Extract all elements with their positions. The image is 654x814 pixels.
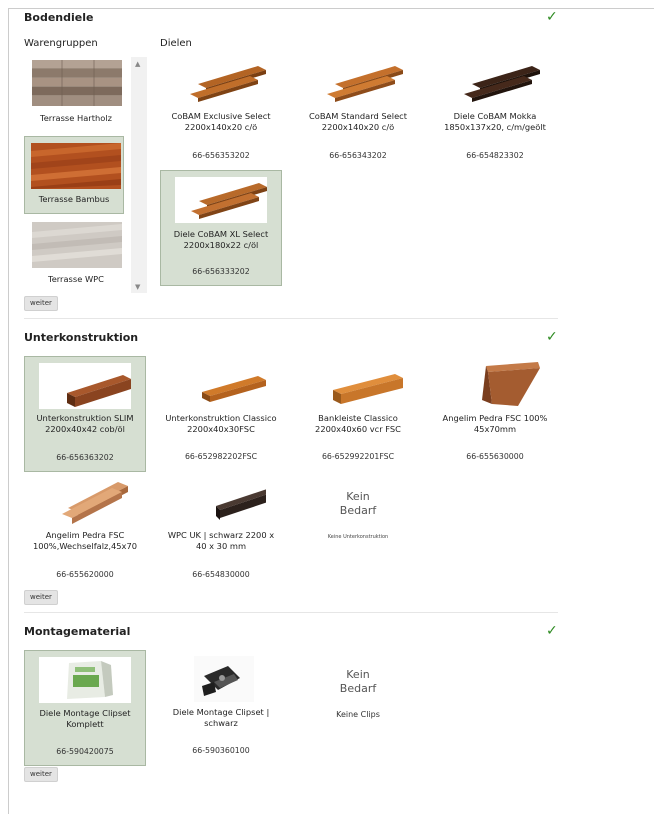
uk-card-classico[interactable]: Unterkonstruktion Classico 2200x40x30FSC… [160, 358, 282, 470]
product-number: 66-655620000 [56, 570, 114, 579]
product-number: 66-656333202 [192, 267, 250, 276]
beam-product-image [448, 358, 540, 408]
product-number: 66-654830000 [192, 570, 250, 579]
product-name: CoBAM Exclusive Select 2200x140x20 c/ö [171, 111, 271, 132]
section-title-montagematerial: Montagematerial [24, 625, 131, 638]
checkmark-icon: ✓ [546, 623, 558, 639]
weiter-button-unterkonstruktion[interactable]: weiter [24, 590, 58, 605]
beam-product-image [39, 363, 131, 409]
product-number: 66-655630000 [466, 452, 524, 461]
bedarf-label: Bedarf [339, 504, 377, 517]
wpc-photo [32, 222, 122, 268]
diele-card-cobam-xl[interactable]: Diele CoBAM XL Select 2200x180x22 c/öl 6… [160, 170, 282, 286]
hartholz-photo [32, 60, 122, 106]
beam-product-image [174, 480, 274, 526]
product-name: Unterkonstruktion SLIM 2200x40x42 cob/öl [36, 413, 134, 434]
kein-label: Kein [346, 490, 370, 503]
uk-card-angelim-pedra-wechselfalz[interactable]: Angelim Pedra FSC 100%,Wechselfalz,45x70… [24, 478, 146, 588]
product-name: WPC UK | schwarz 2200 x 40 x 30 mm [167, 530, 275, 551]
diele-card-cobam-mokka[interactable]: Diele CoBAM Mokka 1850x137x20, c/m/geölt… [434, 56, 556, 166]
uk-card-angelim-pedra[interactable]: Angelim Pedra FSC 100% 45x70mm 66-655630… [434, 358, 556, 470]
product-name: CoBAM Standard Select 2200x140x20 c/ö [308, 111, 407, 132]
beam-product-image [38, 478, 130, 524]
product-number: 66-656363202 [56, 453, 114, 462]
weiter-button-montagematerial[interactable]: weiter [24, 767, 58, 782]
uk-card-bankleiste[interactable]: Bankleiste Classico 2200x40x60 vcr FSC 6… [297, 358, 419, 470]
warengruppe-label: Terrasse WPC [48, 274, 104, 284]
product-number: 66-656343202 [329, 151, 387, 160]
checkmark-icon: ✓ [546, 9, 558, 25]
kein-caption: Keine Unterkonstruktion [327, 534, 389, 540]
section-title-unterkonstruktion: Unterkonstruktion [24, 331, 139, 344]
clipset-product-image [174, 656, 266, 702]
montage-card-clipset-komplett[interactable]: Diele Montage Clipset Komplett 66-590420… [24, 650, 146, 766]
product-number: 66-656353202 [192, 151, 250, 160]
section-divider [24, 318, 558, 319]
clipset-product-image [39, 657, 131, 703]
beam-product-image [311, 362, 403, 408]
product-number: 66-652982202FSC [184, 452, 258, 461]
product-name: Bankleiste Classico 2200x40x60 vcr FSC [315, 413, 401, 434]
scroll-up-icon[interactable]: ▲ [135, 60, 140, 68]
section-title-bodendiele: Bodendiele [24, 11, 94, 24]
product-name: Angelim Pedra FSC 100% 45x70mm [442, 413, 548, 434]
dielen-title: Dielen [160, 38, 192, 49]
montage-card-clipset-schwarz[interactable]: Diele Montage Clipset | schwarz 66-59036… [160, 652, 282, 764]
warengruppe-label: Terrasse Hartholz [40, 113, 112, 123]
product-name: Diele Montage Clipset Komplett [39, 708, 131, 729]
warengruppe-terrasse-wpc[interactable]: Terrasse WPC [26, 220, 126, 286]
beam-product-image [174, 362, 266, 408]
product-name: Diele CoBAM Mokka 1850x137x20, c/m/geölt [444, 111, 546, 132]
warengruppen-title: Warengruppen [24, 38, 98, 49]
product-name: Diele CoBAM XL Select 2200x180x22 c/öl [173, 229, 269, 250]
bedarf-label: Bedarf [339, 682, 377, 695]
product-number: 66-654823302 [466, 151, 524, 160]
diele-card-cobam-exclusive[interactable]: CoBAM Exclusive Select 2200x140x20 c/ö 6… [160, 56, 282, 166]
product-name: Angelim Pedra FSC 100%,Wechselfalz,45x70 [32, 530, 138, 551]
warengruppen-scrollbar[interactable]: ▲ ▼ [131, 57, 147, 293]
diele-card-cobam-standard[interactable]: CoBAM Standard Select 2200x140x20 c/ö 66… [297, 56, 419, 166]
plank-product-image [448, 60, 540, 106]
kein-caption: Keine Clips [336, 710, 380, 719]
kein-label: Kein [346, 668, 370, 681]
weiter-button-bodendiele[interactable]: weiter [24, 296, 58, 311]
kein-bedarf-unterkonstruktion[interactable]: Kein Bedarf Keine Unterkonstruktion [297, 490, 419, 540]
plank-product-image [175, 177, 267, 223]
product-name: Unterkonstruktion Classico 2200x40x30FSC [165, 413, 277, 434]
warengruppe-label: Terrasse Bambus [38, 194, 110, 204]
product-number: 66-590420075 [56, 747, 114, 756]
plank-product-image [311, 60, 403, 106]
checkmark-icon: ✓ [546, 329, 558, 345]
uk-card-slim[interactable]: Unterkonstruktion SLIM 2200x40x42 cob/öl… [24, 356, 146, 472]
bambus-photo [31, 143, 121, 189]
kein-bedarf-montagematerial[interactable]: Kein Bedarf Keine Clips [297, 668, 419, 719]
section-divider [24, 612, 558, 613]
product-number: 66-652992201FSC [321, 452, 395, 461]
warengruppe-terrasse-hartholz[interactable]: Terrasse Hartholz [26, 56, 126, 130]
warengruppe-terrasse-bambus[interactable]: Terrasse Bambus [24, 136, 124, 214]
uk-card-wpc-uk-schwarz[interactable]: WPC UK | schwarz 2200 x 40 x 30 mm 66-65… [160, 478, 282, 588]
product-name: Diele Montage Clipset | schwarz [172, 707, 270, 728]
scroll-down-icon[interactable]: ▼ [135, 283, 140, 291]
product-number: 66-590360100 [192, 746, 250, 755]
plank-product-image [174, 60, 266, 106]
